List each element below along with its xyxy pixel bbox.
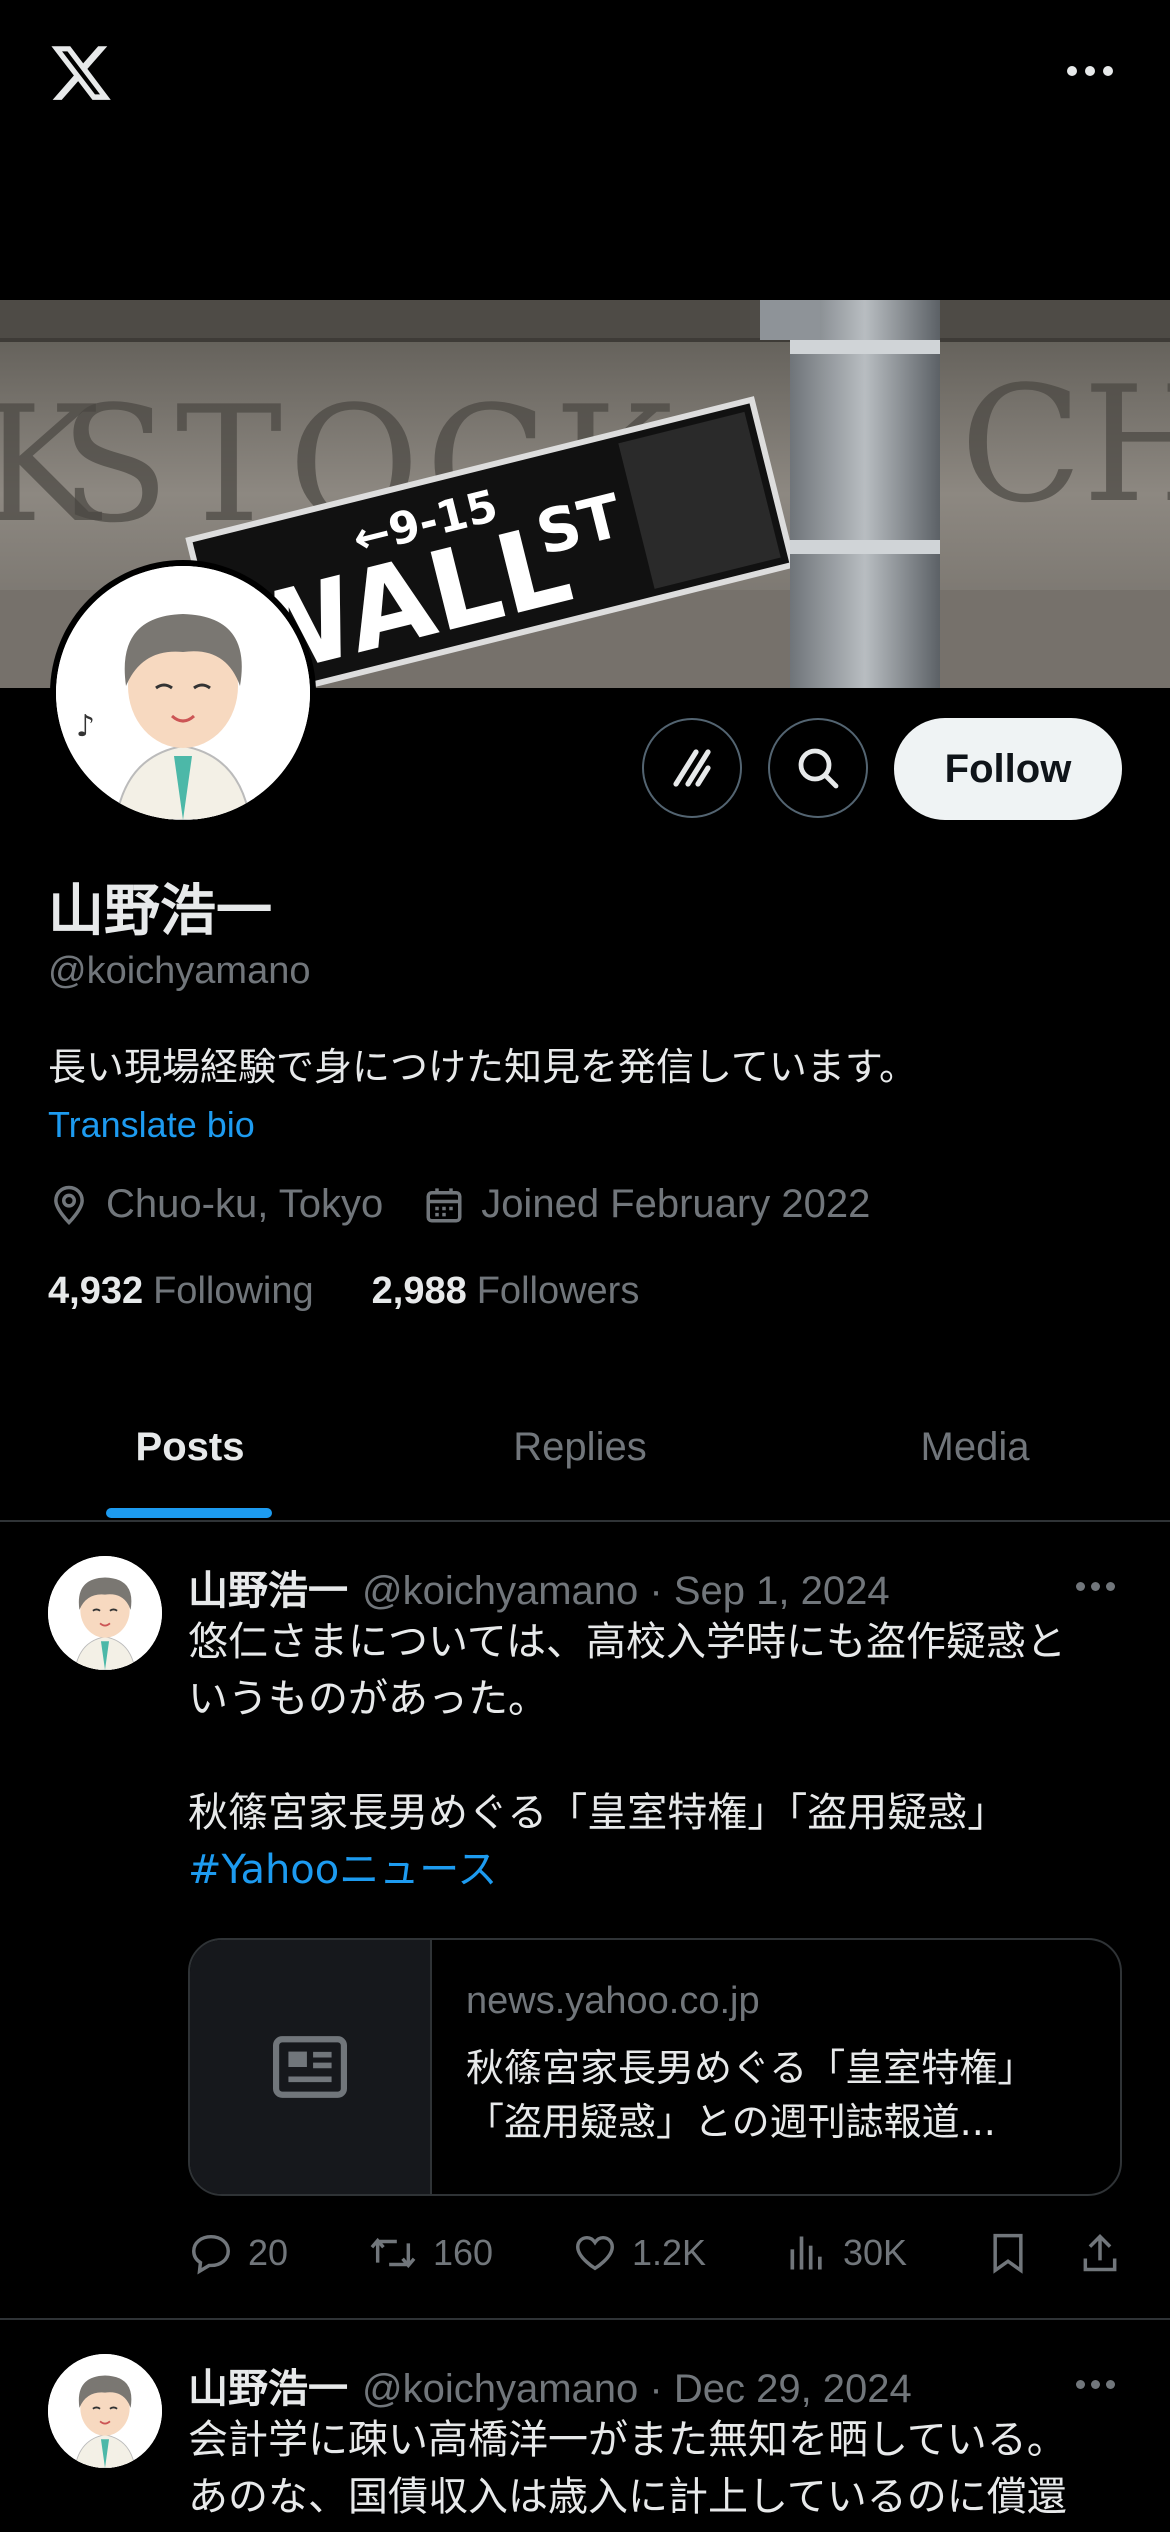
tab-replies[interactable]: Replies <box>380 1374 780 1520</box>
repost-button[interactable]: 160 <box>367 2230 493 2276</box>
post-actions: 20 160 1.2K 30K <box>188 2230 1122 2276</box>
share-icon[interactable] <box>1078 2230 1122 2276</box>
post-text: 会計学に疎い高橋洋一がまた無知を晒している。 あのな、国債収入は歳入に計上してい… <box>188 2412 1128 2526</box>
profile-bio: 長い現場経験で身につけた知見を発信しています。 <box>48 1045 918 1089</box>
x-logo-icon[interactable] <box>48 40 114 106</box>
profile-meta: Chuo-ku, Tokyo Joined February 2022 <box>48 1182 910 1227</box>
post-text-line: あのな、国債収入は歳入に計上しているのに償還 <box>188 2474 1067 2520</box>
repost-icon <box>370 2237 416 2269</box>
card-title-line: 「盗用疑惑」との週刊誌報道... <box>466 2100 996 2144</box>
more-icon[interactable] <box>1060 56 1120 86</box>
post-header: 山野浩一 @koichyamano · Sep 1, 2024 <box>188 1558 890 1616</box>
avatar-illustration <box>48 2354 162 2468</box>
active-tab-indicator <box>106 1508 272 1518</box>
grok-icon <box>673 749 711 787</box>
more-icon[interactable] <box>1076 2374 1120 2394</box>
location-pin-icon <box>54 1185 84 1225</box>
post-text-line: いうものがあった。 <box>188 1676 548 1722</box>
heart-icon <box>576 2235 614 2271</box>
following-link[interactable]: 4,932 Following <box>48 1270 314 1313</box>
grok-button[interactable] <box>642 718 742 818</box>
search-icon <box>798 748 839 789</box>
post-meta: @koichyamano · Sep 1, 2024 <box>362 1569 890 1613</box>
tab-posts[interactable]: Posts <box>0 1374 380 1520</box>
post-text: 悠仁さまについては、高校入学時にも盗作疑惑と いうものがあった。 秋篠宮家長男め… <box>188 1614 1128 1899</box>
profile-location: Chuo-ku, Tokyo <box>106 1182 384 1226</box>
post[interactable]: 山野浩一 @koichyamano · Sep 1, 2024 悠仁さまについて… <box>0 1522 1170 2320</box>
post-text-line: 悠仁さまについては、高校入学時にも盗作疑惑と <box>188 1619 1066 1665</box>
profile-handle: @koichyamano <box>48 950 311 992</box>
avatar-illustration <box>48 1556 162 1670</box>
like-button[interactable]: 1.2K <box>572 2230 706 2276</box>
reply-button[interactable]: 20 <box>188 2230 288 2276</box>
followers-link[interactable]: 2,988 Followers <box>372 1270 640 1313</box>
card-thumbnail <box>190 1940 432 2194</box>
post-meta: @koichyamano · Dec 29, 2024 <box>362 2367 912 2411</box>
views-icon <box>790 2236 822 2270</box>
views-button[interactable]: 30K <box>785 2231 907 2275</box>
post-author-name[interactable]: 山野浩一 <box>188 1558 348 1616</box>
post[interactable]: 山野浩一 @koichyamano · Dec 29, 2024 会計学に疎い高… <box>0 2320 1170 2532</box>
tab-media[interactable]: Media <box>780 1374 1170 1520</box>
more-icon[interactable] <box>1076 1576 1120 1596</box>
followers-count: 2,988 <box>371 1270 467 1312</box>
profile-avatar[interactable]: ♪ <box>50 560 316 826</box>
bookmark-icon[interactable] <box>986 2230 1030 2276</box>
card-domain: news.yahoo.co.jp <box>466 1980 760 2022</box>
followers-label: Followers <box>476 1270 640 1312</box>
hashtag-link[interactable]: #Yahooニュース <box>188 1842 1128 1899</box>
following-count: 4,932 <box>48 1270 144 1312</box>
views-count: 30K <box>843 2232 908 2273</box>
post-text-line: 会計学に疎い高橋洋一がまた無知を晒している。 <box>188 2417 1067 2463</box>
post-avatar[interactable] <box>48 1556 162 1670</box>
avatar-illustration: ♪ <box>56 566 310 820</box>
profile-joined: Joined February 2022 <box>481 1182 871 1226</box>
reply-icon <box>192 2234 230 2275</box>
link-card[interactable]: news.yahoo.co.jp 秋篠宮家長男めぐる「皇室特権」 「盗用疑惑」と… <box>188 1938 1122 2196</box>
follow-button[interactable]: Follow <box>894 718 1122 820</box>
svg-text:♪: ♪ <box>76 709 95 744</box>
profile-name: 山野浩一 <box>48 879 272 944</box>
like-count: 1.2K <box>632 2232 707 2273</box>
post-text-line: 秋篠宮家長男めぐる「皇室特権」「盗用疑惑」 <box>188 1790 1008 1836</box>
translate-bio-link[interactable]: Translate bio <box>48 1104 255 1146</box>
profile-tabs: Posts Replies Media <box>0 1374 1170 1522</box>
search-button[interactable] <box>768 718 868 818</box>
card-title-line: 秋篠宮家長男めぐる「皇室特権」 <box>466 2046 1036 2090</box>
post-header: 山野浩一 @koichyamano · Dec 29, 2024 <box>188 2356 912 2414</box>
calendar-icon <box>426 1187 462 1222</box>
profile-stats: 4,932 Following 2,988 Followers <box>48 1270 639 1313</box>
article-icon <box>273 2036 347 2098</box>
reply-count: 20 <box>248 2232 289 2273</box>
card-title: 秋篠宮家長男めぐる「皇室特権」 「盗用疑惑」との週刊誌報道... <box>466 2041 1086 2149</box>
following-label: Following <box>153 1270 314 1312</box>
banner-wall-text-right: CH <box>960 351 1170 538</box>
repost-count: 160 <box>432 2232 494 2273</box>
post-avatar[interactable] <box>48 2354 162 2468</box>
post-author-name[interactable]: 山野浩一 <box>188 2356 348 2414</box>
top-bar <box>0 0 1170 300</box>
